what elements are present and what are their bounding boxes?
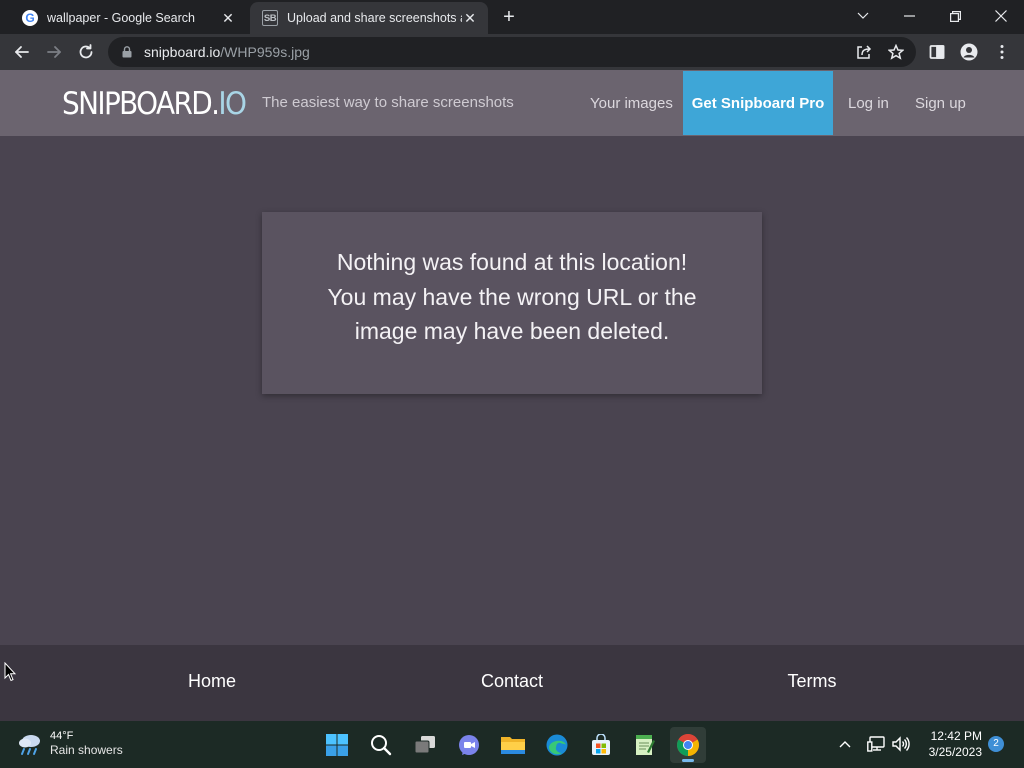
footer-home-link[interactable]: Home (188, 671, 236, 692)
store-icon[interactable] (583, 727, 619, 763)
task-view-icon[interactable] (407, 727, 443, 763)
close-window-button[interactable] (978, 0, 1024, 32)
browser-toolbar: snipboard.io/WHP959s.jpg (0, 34, 1024, 70)
message-line: You may have the wrong URL or the (327, 283, 697, 310)
message-line: Nothing was found at this location! (336, 249, 688, 276)
footer-terms-link[interactable]: Terms (788, 671, 837, 692)
reload-button[interactable] (72, 38, 100, 66)
page-content: SNIPBOARD.IO The easiest way to share sc… (0, 70, 1024, 721)
get-pro-button[interactable]: Get Snipboard Pro (683, 71, 833, 135)
teams-chat-icon[interactable] (451, 727, 487, 763)
footer-contact-link[interactable]: Contact (481, 671, 543, 692)
nav-your-images[interactable]: Your images (590, 70, 673, 136)
new-tab-button[interactable]: + (499, 7, 519, 28)
clock-date: 3/25/2023 (928, 745, 982, 759)
side-panel-icon[interactable] (923, 38, 951, 66)
back-button[interactable] (8, 38, 36, 66)
not-found-message: Nothing was found at this location! You … (312, 245, 712, 349)
network-icon[interactable] (866, 733, 886, 755)
mouse-cursor-icon (4, 662, 16, 682)
snipboard-icon: SB (262, 10, 278, 26)
restore-button[interactable] (932, 0, 978, 32)
notification-badge[interactable]: 2 (988, 736, 1004, 752)
google-icon (22, 10, 38, 26)
tab-google-search[interactable]: wallpaper - Google Search ✕ (10, 2, 246, 34)
not-found-card: Nothing was found at this location! You … (262, 212, 762, 394)
close-tab-icon[interactable]: ✕ (462, 10, 478, 26)
active-app-indicator (682, 759, 694, 762)
url-path: /WHP959s.jpg (220, 44, 310, 60)
nav-signup[interactable]: Sign up (915, 70, 966, 136)
search-icon[interactable] (363, 727, 399, 763)
weather-condition: Rain showers (50, 743, 123, 757)
chrome-icon[interactable] (670, 727, 706, 763)
clock-time: 12:42 PM (930, 729, 982, 743)
site-footer: Home Contact Terms (0, 645, 1024, 721)
chrome-menu-icon[interactable] (988, 38, 1016, 66)
close-tab-icon[interactable]: ✕ (220, 10, 236, 26)
tab-title: wallpaper - Google Search (47, 11, 195, 25)
file-explorer-icon[interactable] (495, 727, 531, 763)
weather-temperature: 44°F (50, 730, 74, 742)
edge-icon[interactable] (539, 727, 575, 763)
lock-icon[interactable] (120, 45, 134, 59)
start-icon[interactable] (319, 727, 355, 763)
message-line: image may have been deleted. (354, 318, 670, 345)
windows-taskbar: 44°F Rain showers 12:42 PM 3/25/2023 2 (0, 721, 1024, 768)
snipboard-logo[interactable]: SNIPBOARD.IO (62, 86, 247, 122)
bookmark-star-icon[interactable] (888, 44, 904, 60)
tab-title: Upload and share screenshots ar (287, 11, 462, 25)
logo-main: SNIPBOARD. (62, 86, 220, 122)
url-domain: snipboard.io (144, 44, 221, 60)
address-bar[interactable]: snipboard.io/WHP959s.jpg (108, 37, 916, 67)
logo-suffix: IO (218, 86, 247, 122)
show-hidden-icons-chevron-icon[interactable] (835, 733, 855, 755)
url-text: snipboard.io/WHP959s.jpg (144, 44, 310, 60)
tab-search-chevron-icon[interactable] (840, 0, 886, 32)
rain-cloud-icon (19, 734, 40, 755)
nav-login[interactable]: Log in (848, 70, 889, 136)
volume-icon[interactable] (891, 733, 911, 755)
forward-button[interactable] (40, 38, 68, 66)
tab-snipboard[interactable]: SB Upload and share screenshots ar ✕ (250, 2, 488, 34)
weather-widget[interactable]: 44°F Rain showers (16, 729, 123, 758)
minimize-button[interactable] (886, 0, 932, 32)
site-navbar: SNIPBOARD.IO The easiest way to share sc… (0, 70, 1024, 136)
share-icon[interactable] (856, 44, 872, 60)
notepad-icon[interactable] (627, 727, 663, 763)
browser-tab-strip: wallpaper - Google Search ✕ SB Upload an… (0, 0, 1024, 34)
profile-icon[interactable] (955, 38, 983, 66)
system-clock[interactable]: 12:42 PM 3/25/2023 (918, 728, 982, 760)
site-tagline: The easiest way to share screenshots (262, 94, 514, 111)
